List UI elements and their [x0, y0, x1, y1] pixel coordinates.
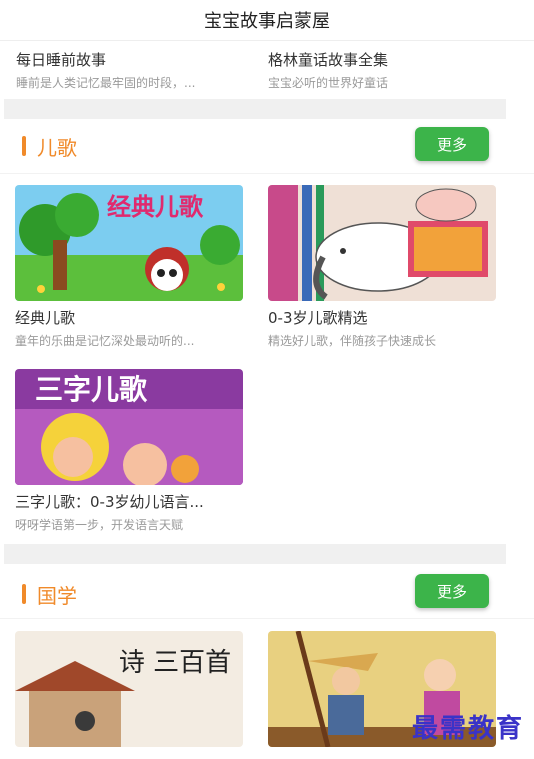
thumbnail-three-char-songs: 三字儿歌 [15, 369, 243, 485]
card-tang-poems[interactable]: 诗 三百首 [15, 631, 243, 747]
card-title: 经典儿歌 [15, 309, 76, 327]
section-title: 国学 [37, 584, 77, 608]
item-title: 每日睡前故事 [16, 51, 107, 69]
card-classic-songs[interactable]: 经典儿歌 经典儿歌 童年的乐曲是记忆深处最动听的... [15, 185, 243, 349]
card-subtitle: 呀呀学语第一步，开发语言天赋 [15, 518, 184, 532]
thumbnail-classic-songs: 经典儿歌 [15, 185, 243, 301]
section-divider [4, 99, 506, 119]
item-title: 格林童话故事全集 [268, 51, 389, 69]
page-title: 宝宝故事启蒙屋 [204, 11, 330, 32]
thumbnail-text: 诗 三百首 [119, 648, 231, 678]
list-item-bedtime-story[interactable]: 每日睡前故事 睡前是人类记忆最牢固的时段，... [16, 49, 256, 91]
more-button[interactable]: 更多 [415, 574, 489, 608]
songs-grid: 经典儿歌 经典儿歌 童年的乐曲是记忆深处最动听的... 0-3岁儿歌精选 精选好… [0, 174, 534, 544]
section-accent-bar [22, 136, 26, 156]
title-bar: 宝宝故事启蒙屋 [0, 0, 534, 41]
thumbnail-elephant [268, 185, 496, 301]
section-accent-bar [22, 584, 26, 604]
section-header-chinese-classics: 国学 更多 [0, 564, 534, 619]
card-three-char-songs[interactable]: 三字儿歌 三字儿歌：0-3岁幼儿语言... 呀呀学语第一步，开发语言天赋 [15, 369, 243, 533]
list-item-grimm-tales[interactable]: 格林童话故事全集 宝宝必听的世界好童话 [268, 49, 508, 91]
section-title: 儿歌 [37, 136, 77, 160]
section-divider [4, 544, 506, 564]
item-subtitle: 睡前是人类记忆最牢固的时段，... [16, 76, 196, 90]
thumbnail-text: 三字儿歌 [35, 373, 148, 406]
card-title: 三字儿歌：0-3岁幼儿语言... [15, 493, 204, 511]
thumbnail-text: 经典儿歌 [107, 193, 204, 221]
card-subtitle: 童年的乐曲是记忆深处最动听的... [15, 334, 195, 348]
more-button[interactable]: 更多 [415, 127, 489, 161]
watermark-logo: 最需教育 [411, 714, 524, 744]
top-items: 每日睡前故事 睡前是人类记忆最牢固的时段，... 格林童话故事全集 宝宝必听的世… [0, 41, 534, 99]
card-songs-0-3[interactable]: 0-3岁儿歌精选 精选好儿歌，伴随孩子快速成长 [268, 185, 496, 349]
item-subtitle: 宝宝必听的世界好童话 [268, 76, 389, 90]
section-header-songs: 儿歌 更多 [0, 119, 534, 174]
card-subtitle: 精选好儿歌，伴随孩子快速成长 [268, 334, 437, 348]
thumbnail-poems: 诗 三百首 [15, 631, 243, 747]
card-title: 0-3岁儿歌精选 [268, 309, 368, 327]
